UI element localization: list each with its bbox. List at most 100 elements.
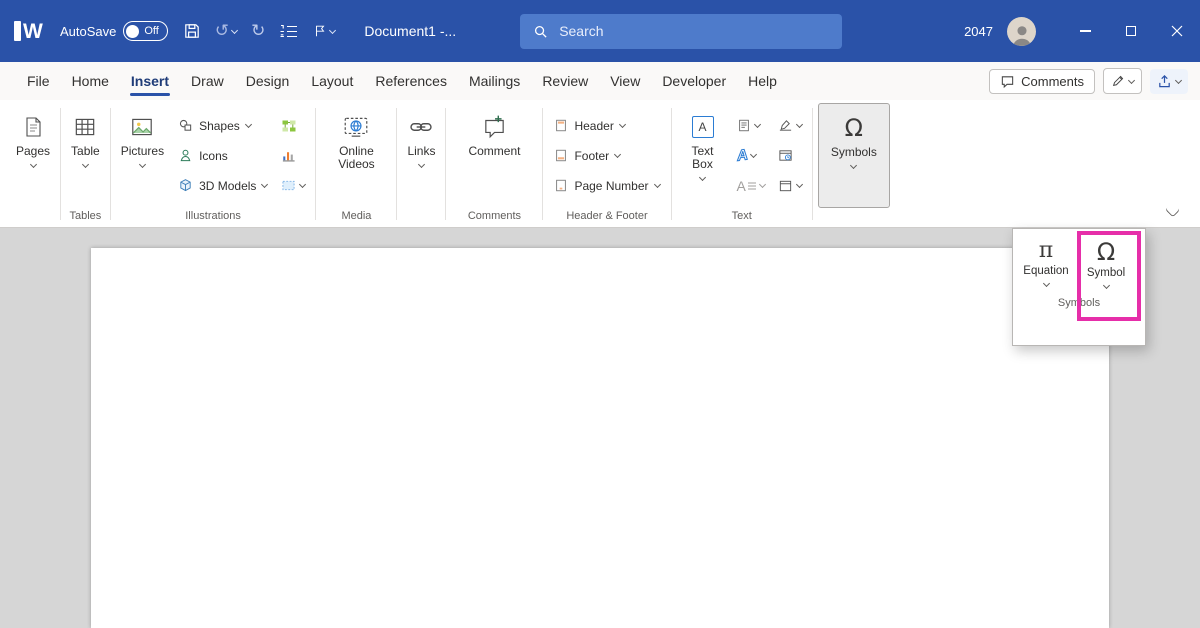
group-comments: Comment Comments	[446, 103, 542, 227]
pictures-button[interactable]: Pictures	[116, 103, 169, 208]
equation-button[interactable]: π Equation	[1016, 233, 1076, 290]
date-time-button[interactable]	[773, 142, 807, 169]
comments-button[interactable]: Comments	[989, 69, 1095, 94]
chevron-down-icon	[418, 161, 425, 168]
smartart-icon	[281, 119, 297, 133]
customize-quick-access-button[interactable]	[306, 14, 342, 48]
share-button[interactable]	[1150, 69, 1188, 94]
close-icon	[1171, 25, 1183, 37]
pages-label: Pages	[16, 145, 50, 158]
text-box-button[interactable]: A Text Box	[677, 103, 729, 208]
comment-button[interactable]: Comment	[451, 103, 537, 208]
logo-page-shape	[14, 21, 21, 41]
header-button[interactable]: Header	[548, 112, 665, 139]
object-button[interactable]	[773, 172, 807, 199]
tab-design[interactable]: Design	[235, 65, 301, 97]
symbol-button[interactable]: Ω Symbol	[1076, 233, 1136, 290]
chevron-down-icon	[139, 161, 146, 168]
search-bar[interactable]	[520, 14, 842, 49]
group-label-header-footer: Header & Footer	[548, 208, 665, 227]
links-button[interactable]: Links	[402, 103, 440, 208]
autosave-label: AutoSave	[60, 24, 116, 39]
online-videos-button[interactable]: Online Videos	[321, 103, 391, 208]
title-bar: W AutoSave Off ↺ ↻	[0, 0, 1200, 62]
table-icon	[72, 114, 98, 140]
tab-layout[interactable]: Layout	[300, 65, 364, 97]
tab-insert[interactable]: Insert	[120, 65, 180, 97]
minimize-button[interactable]	[1062, 0, 1108, 62]
quick-parts-button[interactable]	[732, 112, 770, 139]
chevron-down-icon	[245, 121, 252, 128]
symbols-button[interactable]: Ω Symbols	[818, 103, 890, 208]
group-pages: Pages	[6, 103, 60, 227]
undo-button[interactable]: ↺	[208, 14, 244, 48]
3d-models-button[interactable]: 3D Models	[172, 172, 273, 199]
tab-home[interactable]: Home	[61, 65, 120, 97]
equation-label: Equation	[1023, 265, 1068, 277]
chevron-down-icon	[1102, 282, 1109, 289]
text-stack-1: A A	[732, 103, 770, 208]
group-label-comments: Comments	[451, 208, 537, 227]
share-icon	[1157, 74, 1172, 89]
table-button[interactable]: Table	[66, 103, 105, 208]
group-label-symbols	[818, 208, 890, 227]
screenshot-button[interactable]	[276, 172, 310, 199]
tab-developer[interactable]: Developer	[651, 65, 737, 97]
header-label: Header	[574, 119, 613, 133]
comment-label: Comment	[468, 145, 520, 158]
footer-button[interactable]: Footer	[548, 142, 665, 169]
illustrations-icon-stack	[276, 103, 310, 208]
collapse-ribbon-chevron-icon[interactable]	[1165, 203, 1180, 218]
group-media: Online Videos Media	[316, 103, 396, 227]
tab-review[interactable]: Review	[531, 65, 599, 97]
redo-button[interactable]: ↻	[244, 14, 272, 48]
shapes-button[interactable]: Shapes	[172, 112, 273, 139]
drop-cap-button[interactable]: A	[732, 172, 770, 199]
online-videos-label: Online Videos	[331, 145, 381, 171]
autosave-switch[interactable]: Off	[123, 21, 167, 41]
tab-view[interactable]: View	[599, 65, 651, 97]
chevron-down-icon	[699, 174, 706, 181]
chevron-down-icon	[1128, 76, 1135, 83]
comment-bubble-icon	[1000, 74, 1015, 89]
avatar[interactable]	[1007, 17, 1036, 46]
document-title: Document1 -...	[364, 23, 456, 39]
wordart-button[interactable]: A	[732, 142, 770, 169]
maximize-button[interactable]	[1108, 0, 1154, 62]
group-text: A Text Box A	[672, 103, 812, 227]
smartart-button[interactable]	[276, 112, 310, 139]
icons-label: Icons	[199, 149, 228, 163]
search-input[interactable]	[557, 22, 829, 40]
group-label-pages	[11, 208, 55, 227]
signature-line-button[interactable]	[773, 112, 807, 139]
date-time-icon	[778, 148, 793, 163]
chevron-down-icon	[329, 26, 336, 33]
tab-mailings[interactable]: Mailings	[458, 65, 531, 97]
tab-references[interactable]: References	[364, 65, 458, 97]
page-number-button[interactable]: Page Number	[548, 172, 665, 199]
page-number-label: Page Number	[574, 179, 648, 193]
icons-button[interactable]: Icons	[172, 142, 273, 169]
document-page[interactable]	[91, 248, 1109, 628]
chevron-down-icon	[750, 151, 757, 158]
chevron-down-icon	[614, 151, 621, 158]
pictures-icon	[129, 114, 155, 140]
tab-draw[interactable]: Draw	[180, 65, 235, 97]
table-label: Table	[71, 145, 100, 158]
word-logo-icon[interactable]: W	[14, 16, 44, 46]
tab-help[interactable]: Help	[737, 65, 788, 97]
chart-button[interactable]	[276, 142, 310, 169]
pages-button[interactable]: Pages	[11, 103, 55, 208]
text-box-label: Text Box	[686, 145, 720, 171]
close-button[interactable]	[1154, 0, 1200, 62]
ribbon: Pages Table Tables	[0, 100, 1200, 228]
save-button[interactable]	[176, 14, 208, 48]
group-tables: Table Tables	[61, 103, 110, 227]
titlebar-right-cluster: 2047	[964, 0, 1200, 62]
numbering-quick-command-button[interactable]	[272, 14, 306, 48]
group-header-footer: Header Footer Page Numbe	[543, 103, 670, 227]
editing-mode-button[interactable]	[1103, 68, 1142, 94]
word-window: W AutoSave Off ↺ ↻	[0, 0, 1200, 628]
autosave-toggle[interactable]: AutoSave Off	[60, 21, 168, 41]
tab-file[interactable]: File	[16, 65, 61, 97]
